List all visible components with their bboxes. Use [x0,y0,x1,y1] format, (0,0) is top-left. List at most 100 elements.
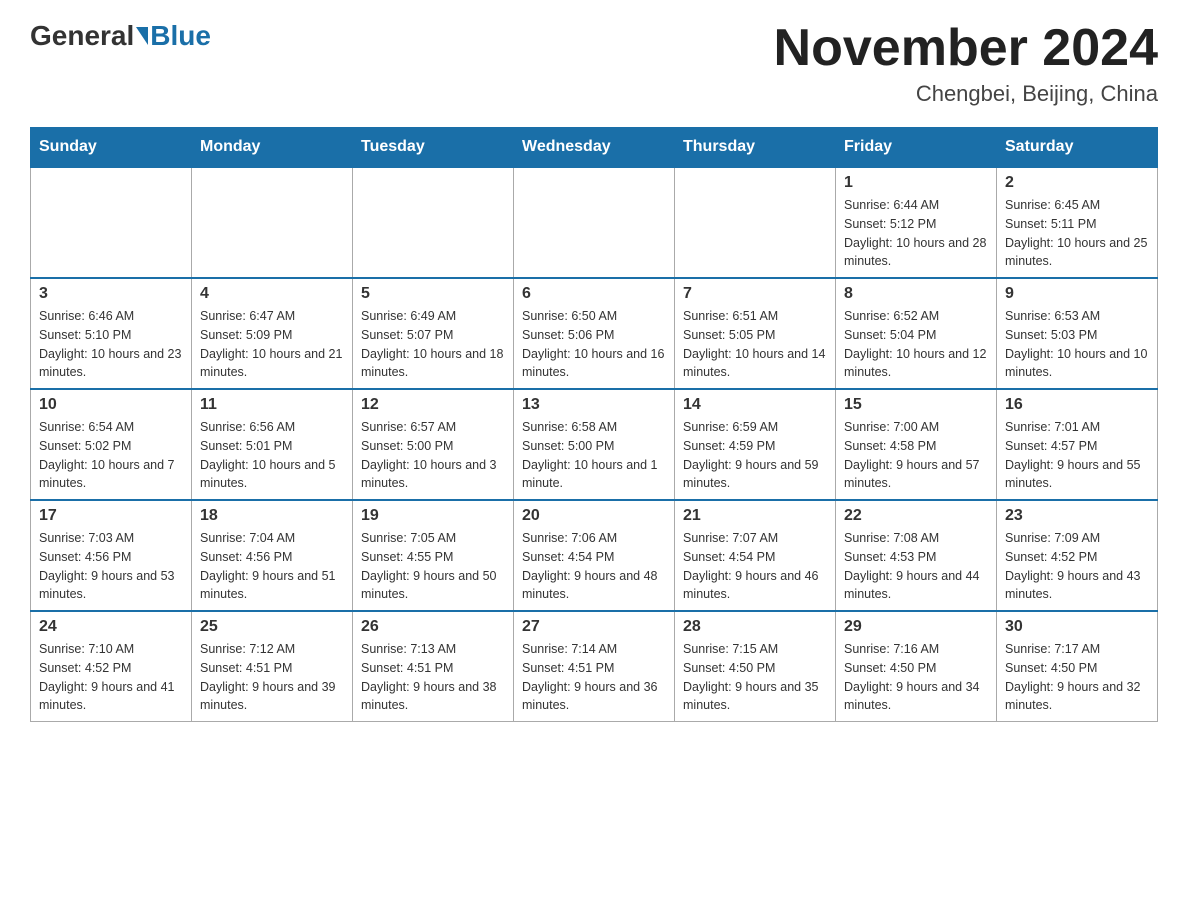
calendar-cell: 27Sunrise: 7:14 AMSunset: 4:51 PMDayligh… [514,611,675,722]
calendar-cell: 15 Sunrise: 7:00 AMSunset: 4:58 PMDayligh… [836,389,997,500]
calendar-cell: 17 Sunrise: 7:03 AMSunset: 4:56 PMDayligh… [31,500,192,611]
weekday-header-monday: Monday [192,128,353,168]
day-number: 1 [844,174,988,192]
day-info: Sunrise: 7:01 AMSunset: 4:57 PMDaylight:… [1005,418,1149,493]
day-info: Sunrise: 7:12 AMSunset: 4:51 PMDaylight:… [200,640,344,715]
calendar-cell: 12Sunrise: 6:57 AMSunset: 5:00 PMDayligh… [353,389,514,500]
day-info: Sunrise: 7:03 AMSunset: 4:56 PMDaylight:… [39,529,183,604]
day-number: 18 [200,507,344,525]
day-number: 21 [683,507,827,525]
calendar-cell: 29 Sunrise: 7:16 AMSunset: 4:50 PMDayligh… [836,611,997,722]
week-row-5: 24 Sunrise: 7:10 AMSunset: 4:52 PMDayligh… [31,611,1158,722]
day-info: Sunrise: 6:53 AMSunset: 5:03 PMDaylight:… [1005,307,1149,382]
logo-blue-text: Blue [150,20,211,52]
day-info: Sunrise: 7:07 AMSunset: 4:54 PMDaylight:… [683,529,827,604]
calendar-cell: 21 Sunrise: 7:07 AMSunset: 4:54 PMDayligh… [675,500,836,611]
weekday-header-thursday: Thursday [675,128,836,168]
day-info: Sunrise: 6:50 AMSunset: 5:06 PMDaylight:… [522,307,666,382]
day-info: Sunrise: 7:08 AMSunset: 4:53 PMDaylight:… [844,529,988,604]
day-number: 16 [1005,396,1149,414]
day-number: 15 [844,396,988,414]
week-row-3: 10 Sunrise: 6:54 AMSunset: 5:02 PMDayligh… [31,389,1158,500]
day-number: 29 [844,618,988,636]
weekday-header-wednesday: Wednesday [514,128,675,168]
day-info: Sunrise: 7:04 AMSunset: 4:56 PMDaylight:… [200,529,344,604]
calendar-cell: 20 Sunrise: 7:06 AMSunset: 4:54 PMDayligh… [514,500,675,611]
calendar-cell: 13 Sunrise: 6:58 AMSunset: 5:00 PMDayligh… [514,389,675,500]
calendar-cell: 4Sunrise: 6:47 AMSunset: 5:09 PMDaylight… [192,278,353,389]
calendar-cell: 8 Sunrise: 6:52 AMSunset: 5:04 PMDaylight… [836,278,997,389]
day-info: Sunrise: 7:06 AMSunset: 4:54 PMDaylight:… [522,529,666,604]
day-number: 24 [39,618,183,636]
location-subtitle: Chengbei, Beijing, China [774,81,1158,107]
calendar-cell: 11 Sunrise: 6:56 AMSunset: 5:01 PMDayligh… [192,389,353,500]
day-number: 22 [844,507,988,525]
day-number: 13 [522,396,666,414]
day-info: Sunrise: 7:13 AMSunset: 4:51 PMDaylight:… [361,640,505,715]
calendar-cell: 19 Sunrise: 7:05 AMSunset: 4:55 PMDayligh… [353,500,514,611]
logo-triangle-icon [136,27,148,45]
day-info: Sunrise: 7:17 AMSunset: 4:50 PMDaylight:… [1005,640,1149,715]
day-info: Sunrise: 7:10 AMSunset: 4:52 PMDaylight:… [39,640,183,715]
day-info: Sunrise: 7:00 AMSunset: 4:58 PMDaylight:… [844,418,988,493]
day-info: Sunrise: 6:46 AMSunset: 5:10 PMDaylight:… [39,307,183,382]
calendar-cell: 5Sunrise: 6:49 AMSunset: 5:07 PMDaylight… [353,278,514,389]
calendar-cell: 22 Sunrise: 7:08 AMSunset: 4:53 PMDayligh… [836,500,997,611]
day-number: 8 [844,285,988,303]
calendar-cell: 25Sunrise: 7:12 AMSunset: 4:51 PMDayligh… [192,611,353,722]
calendar-cell: 1Sunrise: 6:44 AMSunset: 5:12 PMDaylight… [836,167,997,278]
day-info: Sunrise: 7:16 AMSunset: 4:50 PMDaylight:… [844,640,988,715]
day-number: 11 [200,396,344,414]
day-number: 17 [39,507,183,525]
logo: General Blue [30,20,211,52]
calendar-cell: 7 Sunrise: 6:51 AMSunset: 5:05 PMDaylight… [675,278,836,389]
day-info: Sunrise: 6:45 AMSunset: 5:11 PMDaylight:… [1005,196,1149,271]
calendar-cell [353,167,514,278]
calendar-cell: 3 Sunrise: 6:46 AMSunset: 5:10 PMDaylight… [31,278,192,389]
day-info: Sunrise: 7:05 AMSunset: 4:55 PMDaylight:… [361,529,505,604]
day-info: Sunrise: 6:58 AMSunset: 5:00 PMDaylight:… [522,418,666,493]
calendar-cell [31,167,192,278]
day-info: Sunrise: 6:59 AMSunset: 4:59 PMDaylight:… [683,418,827,493]
day-number: 23 [1005,507,1149,525]
month-title: November 2024 [774,20,1158,77]
logo-general-text: General [30,20,134,52]
week-row-4: 17 Sunrise: 7:03 AMSunset: 4:56 PMDayligh… [31,500,1158,611]
day-number: 7 [683,285,827,303]
day-number: 14 [683,396,827,414]
day-number: 20 [522,507,666,525]
calendar-cell [514,167,675,278]
day-number: 28 [683,618,827,636]
weekday-header-row: SundayMondayTuesdayWednesdayThursdayFrid… [31,128,1158,168]
day-number: 26 [361,618,505,636]
calendar-cell: 24 Sunrise: 7:10 AMSunset: 4:52 PMDayligh… [31,611,192,722]
day-number: 2 [1005,174,1149,192]
calendar-cell: 18 Sunrise: 7:04 AMSunset: 4:56 PMDayligh… [192,500,353,611]
day-info: Sunrise: 7:14 AMSunset: 4:51 PMDaylight:… [522,640,666,715]
title-area: November 2024 Chengbei, Beijing, China [774,20,1158,107]
day-info: Sunrise: 6:57 AMSunset: 5:00 PMDaylight:… [361,418,505,493]
week-row-2: 3 Sunrise: 6:46 AMSunset: 5:10 PMDaylight… [31,278,1158,389]
day-number: 3 [39,285,183,303]
weekday-header-saturday: Saturday [997,128,1158,168]
day-info: Sunrise: 6:51 AMSunset: 5:05 PMDaylight:… [683,307,827,382]
weekday-header-sunday: Sunday [31,128,192,168]
calendar-cell: 16 Sunrise: 7:01 AMSunset: 4:57 PMDayligh… [997,389,1158,500]
day-number: 10 [39,396,183,414]
calendar-cell: 26 Sunrise: 7:13 AMSunset: 4:51 PMDayligh… [353,611,514,722]
day-number: 4 [200,285,344,303]
day-info: Sunrise: 6:49 AMSunset: 5:07 PMDaylight:… [361,307,505,382]
day-number: 6 [522,285,666,303]
calendar-cell: 30 Sunrise: 7:17 AMSunset: 4:50 PMDayligh… [997,611,1158,722]
calendar-cell [675,167,836,278]
weekday-header-tuesday: Tuesday [353,128,514,168]
day-info: Sunrise: 6:54 AMSunset: 5:02 PMDaylight:… [39,418,183,493]
calendar-cell: 14 Sunrise: 6:59 AMSunset: 4:59 PMDayligh… [675,389,836,500]
day-info: Sunrise: 6:56 AMSunset: 5:01 PMDaylight:… [200,418,344,493]
day-number: 19 [361,507,505,525]
calendar-cell [192,167,353,278]
day-info: Sunrise: 6:52 AMSunset: 5:04 PMDaylight:… [844,307,988,382]
calendar-cell: 9Sunrise: 6:53 AMSunset: 5:03 PMDaylight… [997,278,1158,389]
calendar-cell: 2 Sunrise: 6:45 AMSunset: 5:11 PMDaylight… [997,167,1158,278]
day-number: 30 [1005,618,1149,636]
